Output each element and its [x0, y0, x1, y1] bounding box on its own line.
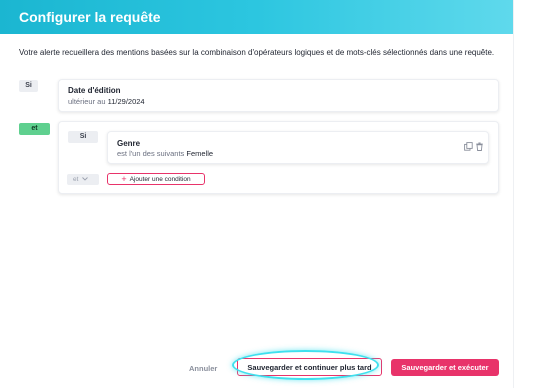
add-condition-label: Ajouter une condition [129, 175, 191, 183]
rule-card-date[interactable]: Date d'édition ultérieur au 11/29/2024 [58, 79, 499, 112]
join-operator-select[interactable]: et [67, 174, 99, 185]
rule-condition: est l'un des suivants Femelle [117, 149, 213, 158]
join-operator-value: et [73, 176, 79, 183]
rule-card-genre[interactable]: Genre est l'un des suivants Femelle [107, 131, 489, 164]
save-later-button[interactable]: Sauvegarder et continuer plus tard [237, 358, 382, 376]
operator-si-pill[interactable]: Si [19, 80, 38, 92]
rule-title: Date d'édition [68, 86, 121, 95]
plus-icon: + [121, 173, 127, 184]
rule-condition-value: Femelle [186, 149, 214, 158]
modal-title: Configurer la requête [19, 9, 161, 25]
chevron-down-icon [82, 176, 89, 183]
copy-icon[interactable] [464, 138, 473, 151]
modal-edge [513, 0, 514, 388]
rule-condition: ultérieur au 11/29/2024 [68, 97, 145, 106]
cancel-button[interactable]: Annuler [189, 364, 217, 373]
trash-icon[interactable] [475, 138, 484, 151]
intro-text: Votre alerte recueillera des mentions ba… [19, 48, 495, 57]
rule-condition-prefix: est l'un des suivants [117, 149, 185, 158]
save-and-run-button[interactable]: Sauvegarder et exécuter [391, 359, 499, 376]
rule-title: Genre [117, 139, 141, 148]
rule-condition-prefix: ultérieur au [68, 97, 106, 106]
operator-et-pill[interactable]: et [19, 123, 50, 135]
modal-header: Configurer la requête [0, 0, 513, 34]
add-condition-button[interactable]: + Ajouter une condition [107, 173, 205, 185]
inner-operator-si-pill[interactable]: Si [68, 131, 98, 143]
rule-condition-value: 11/29/2024 [107, 97, 145, 106]
